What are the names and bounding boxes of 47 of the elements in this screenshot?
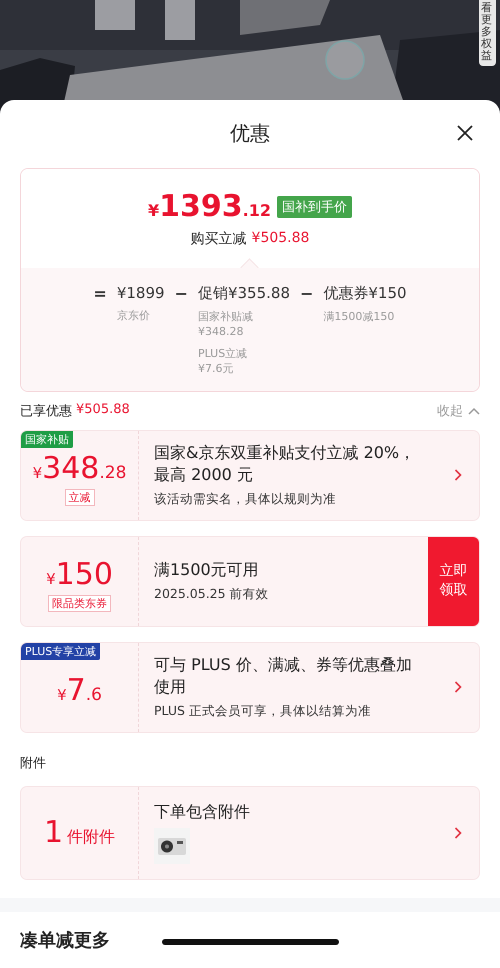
- term-note: 京东价: [116, 308, 151, 324]
- offer-tag: 国家补贴: [21, 430, 73, 448]
- sheet-title: 优惠: [230, 120, 270, 146]
- term-note: 满1500减150: [323, 309, 396, 324]
- accessory-count: 1 件附件: [44, 815, 116, 850]
- offer-subtitle: 该活动需实名，具体以规则为准: [154, 491, 337, 508]
- offer-amount: ¥348.28: [32, 450, 126, 486]
- final-price: ¥1393.12: [148, 189, 271, 224]
- accessory-card[interactable]: 1 件附件 下单包含附件: [20, 786, 480, 880]
- side-tab[interactable]: 看更多权益: [479, 0, 496, 66]
- accessory-title: 下单包含附件: [154, 800, 251, 822]
- chevron-right-icon: [454, 680, 462, 694]
- offer-type-label: 限品类东券: [48, 594, 111, 612]
- term-note-amount: ¥348.28: [198, 324, 244, 340]
- claim-button[interactable]: 立即领取: [428, 536, 479, 626]
- offer-title: 国家&京东双重补贴支付立减 20%，最高 2000 元: [154, 442, 416, 486]
- offer-card[interactable]: PLUS专享立减 ¥7.6 可与 PLUS 价、满减、券等优惠叠加使用 PLUS 正式会员可享，具体以结算为准: [20, 642, 480, 733]
- offer-type-label: 立减: [64, 488, 94, 506]
- offer-tag: PLUS专享立减: [21, 642, 100, 660]
- term-note: PLUS立减: [198, 346, 248, 362]
- offer-title: 满1500元可用: [154, 558, 260, 580]
- price-term: ¥1899: [116, 284, 165, 302]
- operator: =: [93, 284, 107, 303]
- offer-amount: ¥7.6: [57, 672, 102, 708]
- price-term: 促销¥355.88: [198, 284, 290, 303]
- price-term: 优惠券¥150: [323, 284, 407, 303]
- chevron-right-icon: [454, 468, 462, 482]
- saving-amount: ¥505.88: [252, 230, 310, 248]
- operator: −: [300, 284, 314, 303]
- term-note-amount: ¥7.6元: [198, 361, 234, 377]
- saving-label: 购买立减: [190, 230, 247, 248]
- section-heading: 附件: [20, 754, 47, 772]
- offer-subtitle: PLUS 正式会员可享，具体以结算为准: [154, 703, 372, 720]
- section-heading: 凑单减更多: [20, 928, 110, 952]
- chevron-icon: [468, 406, 480, 415]
- offer-title: 可与 PLUS 价、满减、券等优惠叠加使用: [154, 654, 413, 698]
- offer-card[interactable]: 国家补贴 ¥348.28 立减 国家&京东双重补贴支付立减 20%，最高 2000 元 该活动需实名，具体以规则为准: [20, 430, 480, 521]
- enjoyed-amount: ¥505.88: [76, 402, 130, 419]
- offer-card[interactable]: ¥150 限品类东券 满1500元可用 2025.05.25 前有效 立即领取: [20, 536, 480, 627]
- close-icon[interactable]: [456, 124, 474, 142]
- price-tag: 国补到手价: [276, 196, 352, 218]
- offer-subtitle: 2025.05.25 前有效: [154, 586, 270, 604]
- chevron-right-icon: [454, 826, 462, 840]
- operator: −: [174, 284, 188, 303]
- enjoyed-label: 已享优惠: [20, 402, 72, 420]
- offer-amount: ¥150: [46, 556, 113, 592]
- term-note: 国家补贴减: [198, 309, 254, 324]
